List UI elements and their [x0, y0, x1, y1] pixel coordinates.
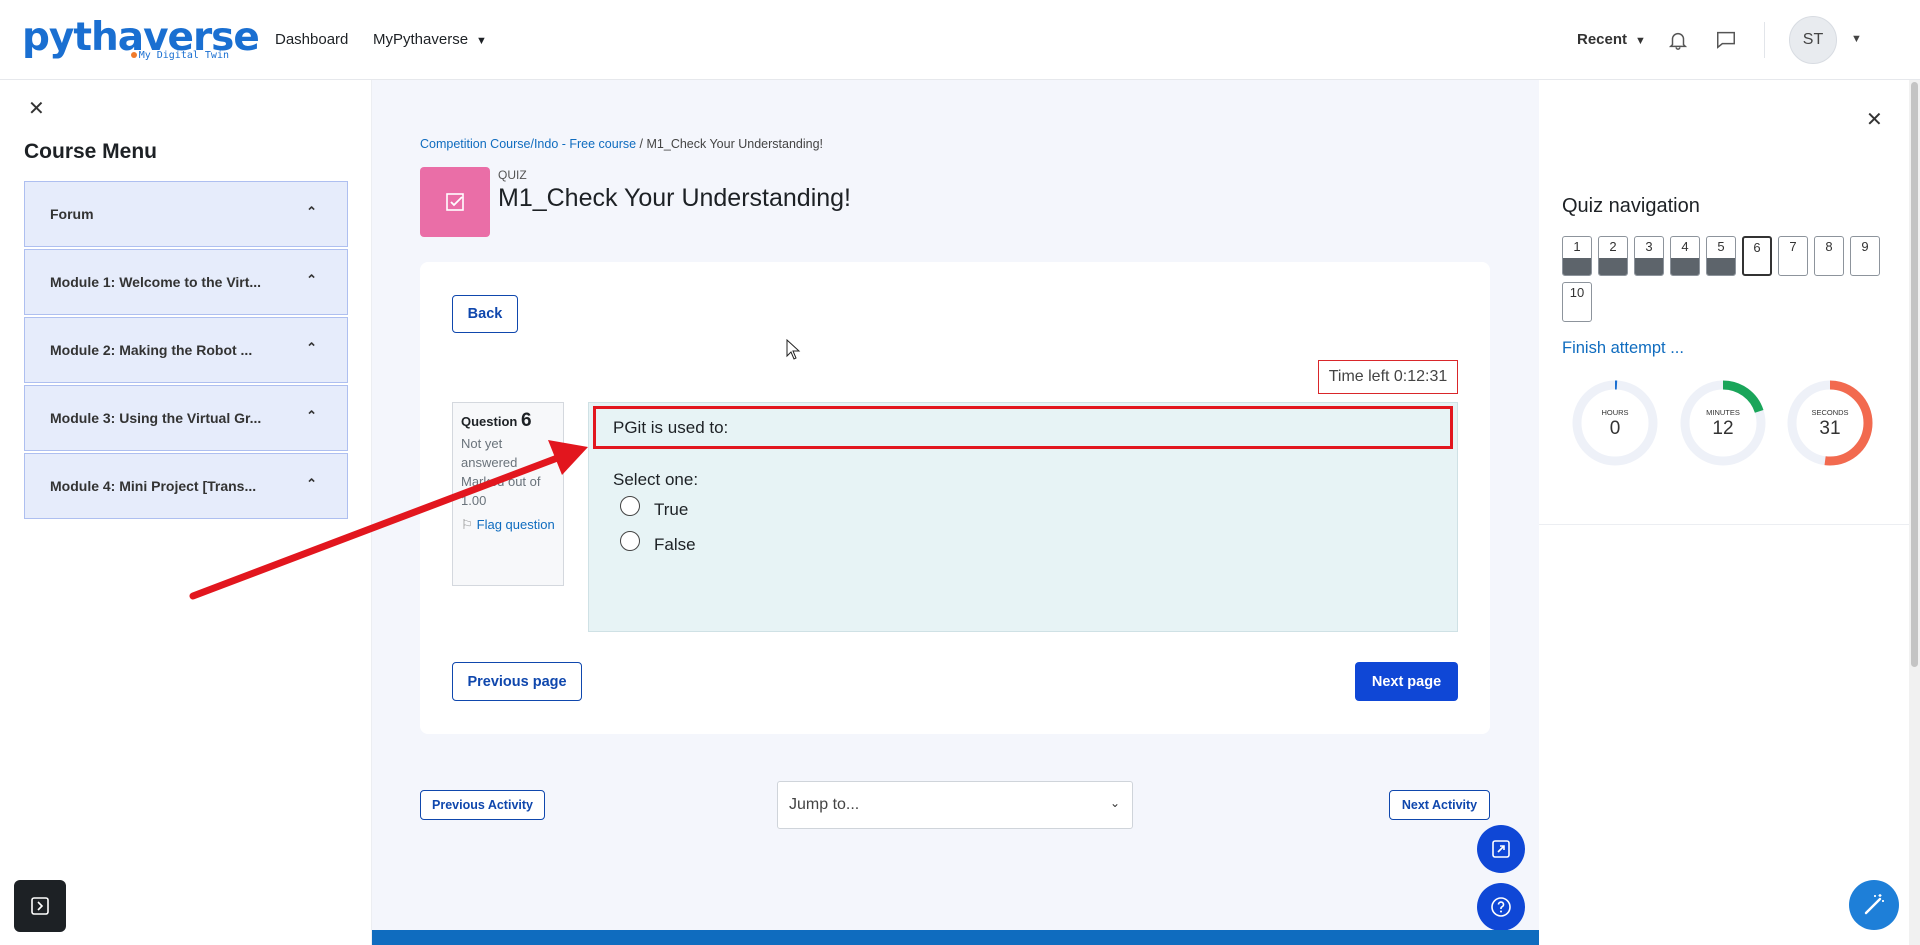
quiz-nav-button-5[interactable]: 5 — [1706, 236, 1736, 276]
logo-tagline: My Digital Twin — [130, 50, 229, 61]
chevron-down-icon: ⌄ — [1109, 796, 1120, 810]
quiz-nav-button-8[interactable]: 8 — [1814, 236, 1844, 276]
question-number: Question 6 — [461, 410, 532, 431]
course-menu-item[interactable]: Module 4: Mini Project [Trans... ⌃ — [24, 453, 348, 519]
chevron-up-icon: ⌃ — [306, 272, 317, 287]
user-avatar[interactable]: ST — [1789, 16, 1837, 64]
answer-option-true[interactable]: True — [620, 496, 688, 520]
seconds-label: SECONDS — [1811, 408, 1849, 417]
course-menu-item[interactable]: Module 3: Using the Virtual Gr... ⌃ — [24, 385, 348, 451]
quiz-nav-button-2[interactable]: 2 — [1598, 236, 1628, 276]
quiz-nav-button-9[interactable]: 9 — [1850, 236, 1880, 276]
quiz-nav-button-10[interactable]: 10 — [1562, 282, 1592, 322]
hours-value: 0 — [1609, 418, 1621, 439]
quiz-nav-button-6[interactable]: 6 — [1742, 236, 1772, 276]
checkbox-icon — [446, 193, 464, 211]
bell-icon[interactable] — [1667, 29, 1689, 51]
nav-dashboard-link[interactable]: Dashboard — [275, 31, 348, 48]
help-button[interactable] — [1477, 883, 1525, 931]
course-menu-title: Course Menu — [24, 140, 158, 163]
chat-icon[interactable] — [1715, 29, 1737, 51]
breadcrumb: Competition Course/Indo - Free course / … — [420, 137, 824, 151]
quiz-nav-button-3[interactable]: 3 — [1634, 236, 1664, 276]
breadcrumb-current: M1_Check Your Understanding! — [646, 137, 824, 151]
chevron-up-icon: ⌃ — [306, 476, 317, 491]
help-icon — [1491, 897, 1511, 917]
previous-activity-button[interactable]: Previous Activity — [420, 790, 545, 820]
page-title: M1_Check Your Understanding! — [498, 184, 852, 212]
close-drawer-icon[interactable]: ✕ — [28, 96, 45, 121]
navbar-divider — [1764, 22, 1765, 58]
flag-question-link[interactable]: ⚐ Flag question — [461, 515, 555, 534]
nav-mypythaverse-menu[interactable]: MyPythaverse ▼ — [373, 31, 487, 48]
chevron-up-icon: ⌃ — [306, 340, 317, 355]
hours-timer-dial: HOURS 0 — [1571, 379, 1659, 467]
quiz-nav-button-1[interactable]: 1 — [1562, 236, 1592, 276]
finish-attempt-link[interactable]: Finish attempt ... — [1562, 339, 1684, 358]
footer-bar — [372, 930, 1539, 945]
fullscreen-icon — [1492, 840, 1510, 858]
quiz-nav-button-7[interactable]: 7 — [1778, 236, 1808, 276]
seconds-value: 31 — [1819, 418, 1841, 439]
time-left: Time left 0:12:31 — [1318, 360, 1458, 394]
fullscreen-button[interactable] — [1477, 825, 1525, 873]
user-menu-chevron-icon[interactable]: ▼ — [1851, 33, 1862, 45]
breadcrumb-course-link[interactable]: Competition Course/Indo - Free course — [420, 137, 636, 151]
radio-button[interactable] — [620, 531, 640, 551]
toggle-drawer-button[interactable] — [14, 880, 66, 932]
magic-wand-icon — [1864, 894, 1884, 915]
next-page-button[interactable]: Next page — [1355, 662, 1458, 701]
next-activity-button[interactable]: Next Activity — [1389, 790, 1490, 820]
select-one-prompt: Select one: — [613, 470, 699, 489]
quiz-nav-button-4[interactable]: 4 — [1670, 236, 1700, 276]
question-info: Question 6 Not yet answered Marked out o… — [452, 402, 564, 586]
course-menu-item[interactable]: Forum ⌃ — [24, 181, 348, 247]
minutes-value: 12 — [1712, 418, 1734, 439]
question-status: Not yet answered — [461, 436, 518, 470]
question-marks: Marked out of 1.00 — [461, 474, 541, 508]
seconds-timer-dial: SECONDS 31 — [1786, 379, 1874, 467]
course-menu-item[interactable]: Module 1: Welcome to the Virt... ⌃ — [24, 249, 348, 315]
page-scrollbar[interactable] — [1909, 80, 1920, 945]
question-text: PGit is used to: — [593, 406, 1453, 449]
back-button[interactable]: Back — [452, 295, 518, 333]
chevron-up-icon: ⌃ — [306, 204, 317, 219]
radio-button[interactable] — [620, 496, 640, 516]
expand-panel-icon — [31, 897, 49, 915]
close-panel-icon[interactable]: ✕ — [1866, 107, 1883, 132]
jump-to-select[interactable]: Jump to... ⌄ — [777, 781, 1133, 829]
hours-label: HOURS — [1601, 408, 1629, 417]
site-logo[interactable]: pythaverse My Digital Twin — [22, 18, 260, 64]
scrollbar-thumb[interactable] — [1911, 82, 1918, 667]
quiz-navigation-title: Quiz navigation — [1562, 195, 1700, 217]
flag-icon: ⚐ — [461, 517, 473, 532]
recent-menu[interactable]: Recent ▼ — [1577, 31, 1646, 48]
chevron-down-icon: ▼ — [476, 35, 487, 47]
top-navbar: pythaverse My Digital Twin Dashboard MyP… — [0, 0, 1920, 80]
chevron-down-icon: ▼ — [1635, 35, 1646, 47]
previous-page-button[interactable]: Previous page — [452, 662, 582, 701]
answer-option-false[interactable]: False — [620, 531, 696, 555]
minutes-label: MINUTES — [1706, 408, 1740, 417]
mouse-cursor-icon — [786, 339, 801, 360]
chevron-up-icon: ⌃ — [306, 408, 317, 423]
quiz-activity-icon — [420, 167, 490, 237]
activity-type-label: QUIZ — [498, 168, 527, 182]
magic-wand-button[interactable] — [1849, 880, 1899, 930]
course-menu-item[interactable]: Module 2: Making the Robot ... ⌃ — [24, 317, 348, 383]
minutes-timer-dial: MINUTES 12 — [1679, 379, 1767, 467]
